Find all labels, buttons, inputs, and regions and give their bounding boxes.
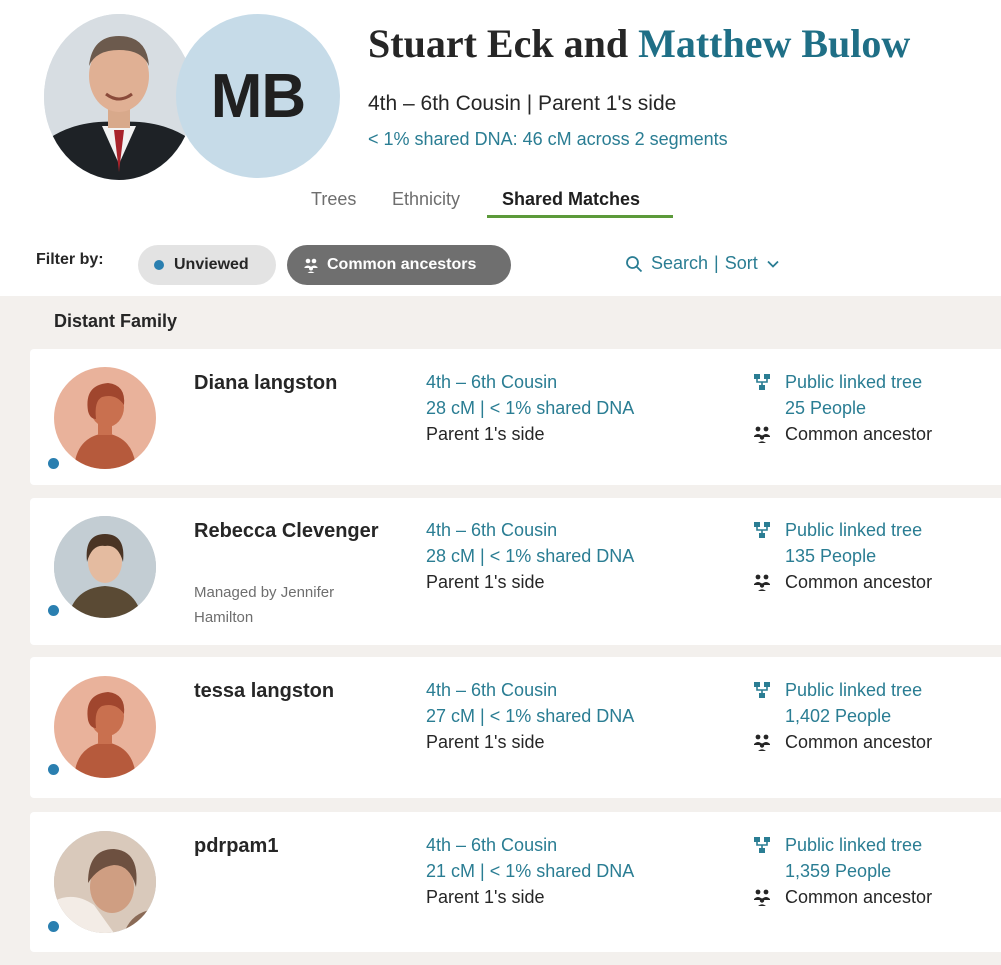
tree-icon	[754, 374, 770, 390]
match-shared-dna[interactable]: 28 cM | < 1% shared DNA	[426, 543, 634, 569]
match-card[interactable]: Diana langston 4th – 6th Cousin 28 cM | …	[30, 349, 1001, 485]
match-name[interactable]: Rebecca Clevenger	[194, 517, 394, 546]
match-side: Parent 1's side	[426, 424, 545, 444]
unviewed-dot-icon	[154, 260, 164, 270]
relationship-text: 4th – 6th Cousin | Parent 1's side	[368, 92, 677, 115]
match-shared-dna[interactable]: 28 cM | < 1% shared DNA	[426, 395, 634, 421]
tab-shared-matches[interactable]: Shared Matches	[502, 189, 640, 210]
active-tab-indicator	[487, 215, 673, 218]
sort-button[interactable]: Sort	[725, 253, 758, 274]
match-relationship[interactable]: 4th – 6th Cousin	[426, 832, 557, 858]
title-name-b[interactable]: Matthew Bulow	[638, 21, 910, 66]
unviewed-indicator	[48, 605, 59, 616]
match-avatar[interactable]	[54, 516, 156, 618]
managed-by-text: Managed by Jennifer Hamilton	[194, 584, 335, 626]
filter-label: Filter by:	[36, 251, 104, 268]
match-avatar[interactable]	[54, 676, 156, 778]
match-avatar[interactable]	[54, 367, 156, 469]
shared-dna-link[interactable]: < 1% shared DNA: 46 cM across 2 segments	[368, 129, 728, 150]
search-sort-separator: |	[714, 253, 719, 273]
common-ancestors-filter-chip[interactable]: Common ancestors	[287, 245, 511, 285]
match-card[interactable]: Rebecca Clevenger Managed by Jennifer Ha…	[30, 498, 1001, 645]
match-card[interactable]: pdrpam1 4th – 6th Cousin 21 cM | < 1% sh…	[30, 812, 1001, 952]
public-tree-link[interactable]: Public linked tree	[785, 832, 922, 858]
tree-people-count[interactable]: 25 People	[785, 395, 866, 421]
match-shared-dna[interactable]: 27 cM | < 1% shared DNA	[426, 703, 634, 729]
common-ancestor-icon	[754, 889, 770, 906]
tab-trees[interactable]: Trees	[311, 189, 356, 210]
match-side: Parent 1's side	[426, 572, 545, 592]
common-ancestor-label[interactable]: Common ancestor	[785, 884, 932, 910]
match-side: Parent 1's side	[426, 732, 545, 752]
photo-avatar-image	[54, 831, 156, 933]
match-card[interactable]: tessa langston 4th – 6th Cousin 27 cM | …	[30, 657, 1001, 798]
silhouette-avatar-icon	[74, 383, 136, 469]
tree-icon	[754, 837, 770, 853]
match-shared-dna[interactable]: 21 cM | < 1% shared DNA	[426, 858, 634, 884]
initials-avatar: MB	[176, 14, 340, 178]
unviewed-filter-chip[interactable]: Unviewed	[138, 245, 276, 285]
unviewed-indicator	[48, 921, 59, 932]
tab-ethnicity[interactable]: Ethnicity	[392, 189, 460, 210]
unviewed-filter-label: Unviewed	[174, 256, 249, 273]
photo-avatar-image	[54, 516, 156, 618]
initials-text: MB	[210, 61, 306, 131]
match-side: Parent 1's side	[426, 887, 545, 907]
unviewed-indicator	[48, 458, 59, 469]
match-relationship[interactable]: 4th – 6th Cousin	[426, 369, 557, 395]
match-name[interactable]: pdrpam1	[194, 832, 394, 861]
profile-photo	[44, 14, 194, 180]
public-tree-link[interactable]: Public linked tree	[785, 517, 922, 543]
search-button[interactable]: Search	[651, 253, 708, 274]
search-sort-controls: Search | Sort	[625, 253, 780, 274]
common-ancestor-label[interactable]: Common ancestor	[785, 421, 932, 447]
silhouette-avatar-icon	[74, 692, 136, 778]
common-ancestor-icon	[754, 574, 770, 591]
public-tree-link[interactable]: Public linked tree	[785, 677, 922, 703]
chevron-down-icon[interactable]	[766, 257, 780, 271]
profile-photo-image	[44, 14, 194, 180]
public-tree-link[interactable]: Public linked tree	[785, 369, 922, 395]
common-ancestor-icon	[754, 734, 770, 751]
title-name-a: Stuart Eck and	[368, 21, 639, 66]
tree-people-count[interactable]: 135 People	[785, 543, 876, 569]
people-icon	[304, 258, 318, 273]
tree-icon	[754, 682, 770, 698]
common-ancestor-label[interactable]: Common ancestor	[785, 729, 932, 755]
unviewed-indicator	[48, 764, 59, 775]
page-title: Stuart Eck and Matthew Bulow	[368, 20, 910, 67]
common-ancestors-filter-label: Common ancestors	[327, 256, 477, 273]
tree-people-count[interactable]: 1,359 People	[785, 858, 891, 884]
section-title: Distant Family	[54, 311, 178, 331]
common-ancestor-label[interactable]: Common ancestor	[785, 569, 932, 595]
tree-people-count[interactable]: 1,402 People	[785, 703, 891, 729]
common-ancestor-icon	[754, 426, 770, 443]
match-name[interactable]: tessa langston	[194, 677, 394, 706]
match-avatar[interactable]	[54, 831, 156, 933]
search-icon[interactable]	[625, 255, 643, 273]
match-relationship[interactable]: 4th – 6th Cousin	[426, 677, 557, 703]
match-relationship[interactable]: 4th – 6th Cousin	[426, 517, 557, 543]
tree-icon	[754, 522, 770, 538]
match-name[interactable]: Diana langston	[194, 369, 394, 398]
